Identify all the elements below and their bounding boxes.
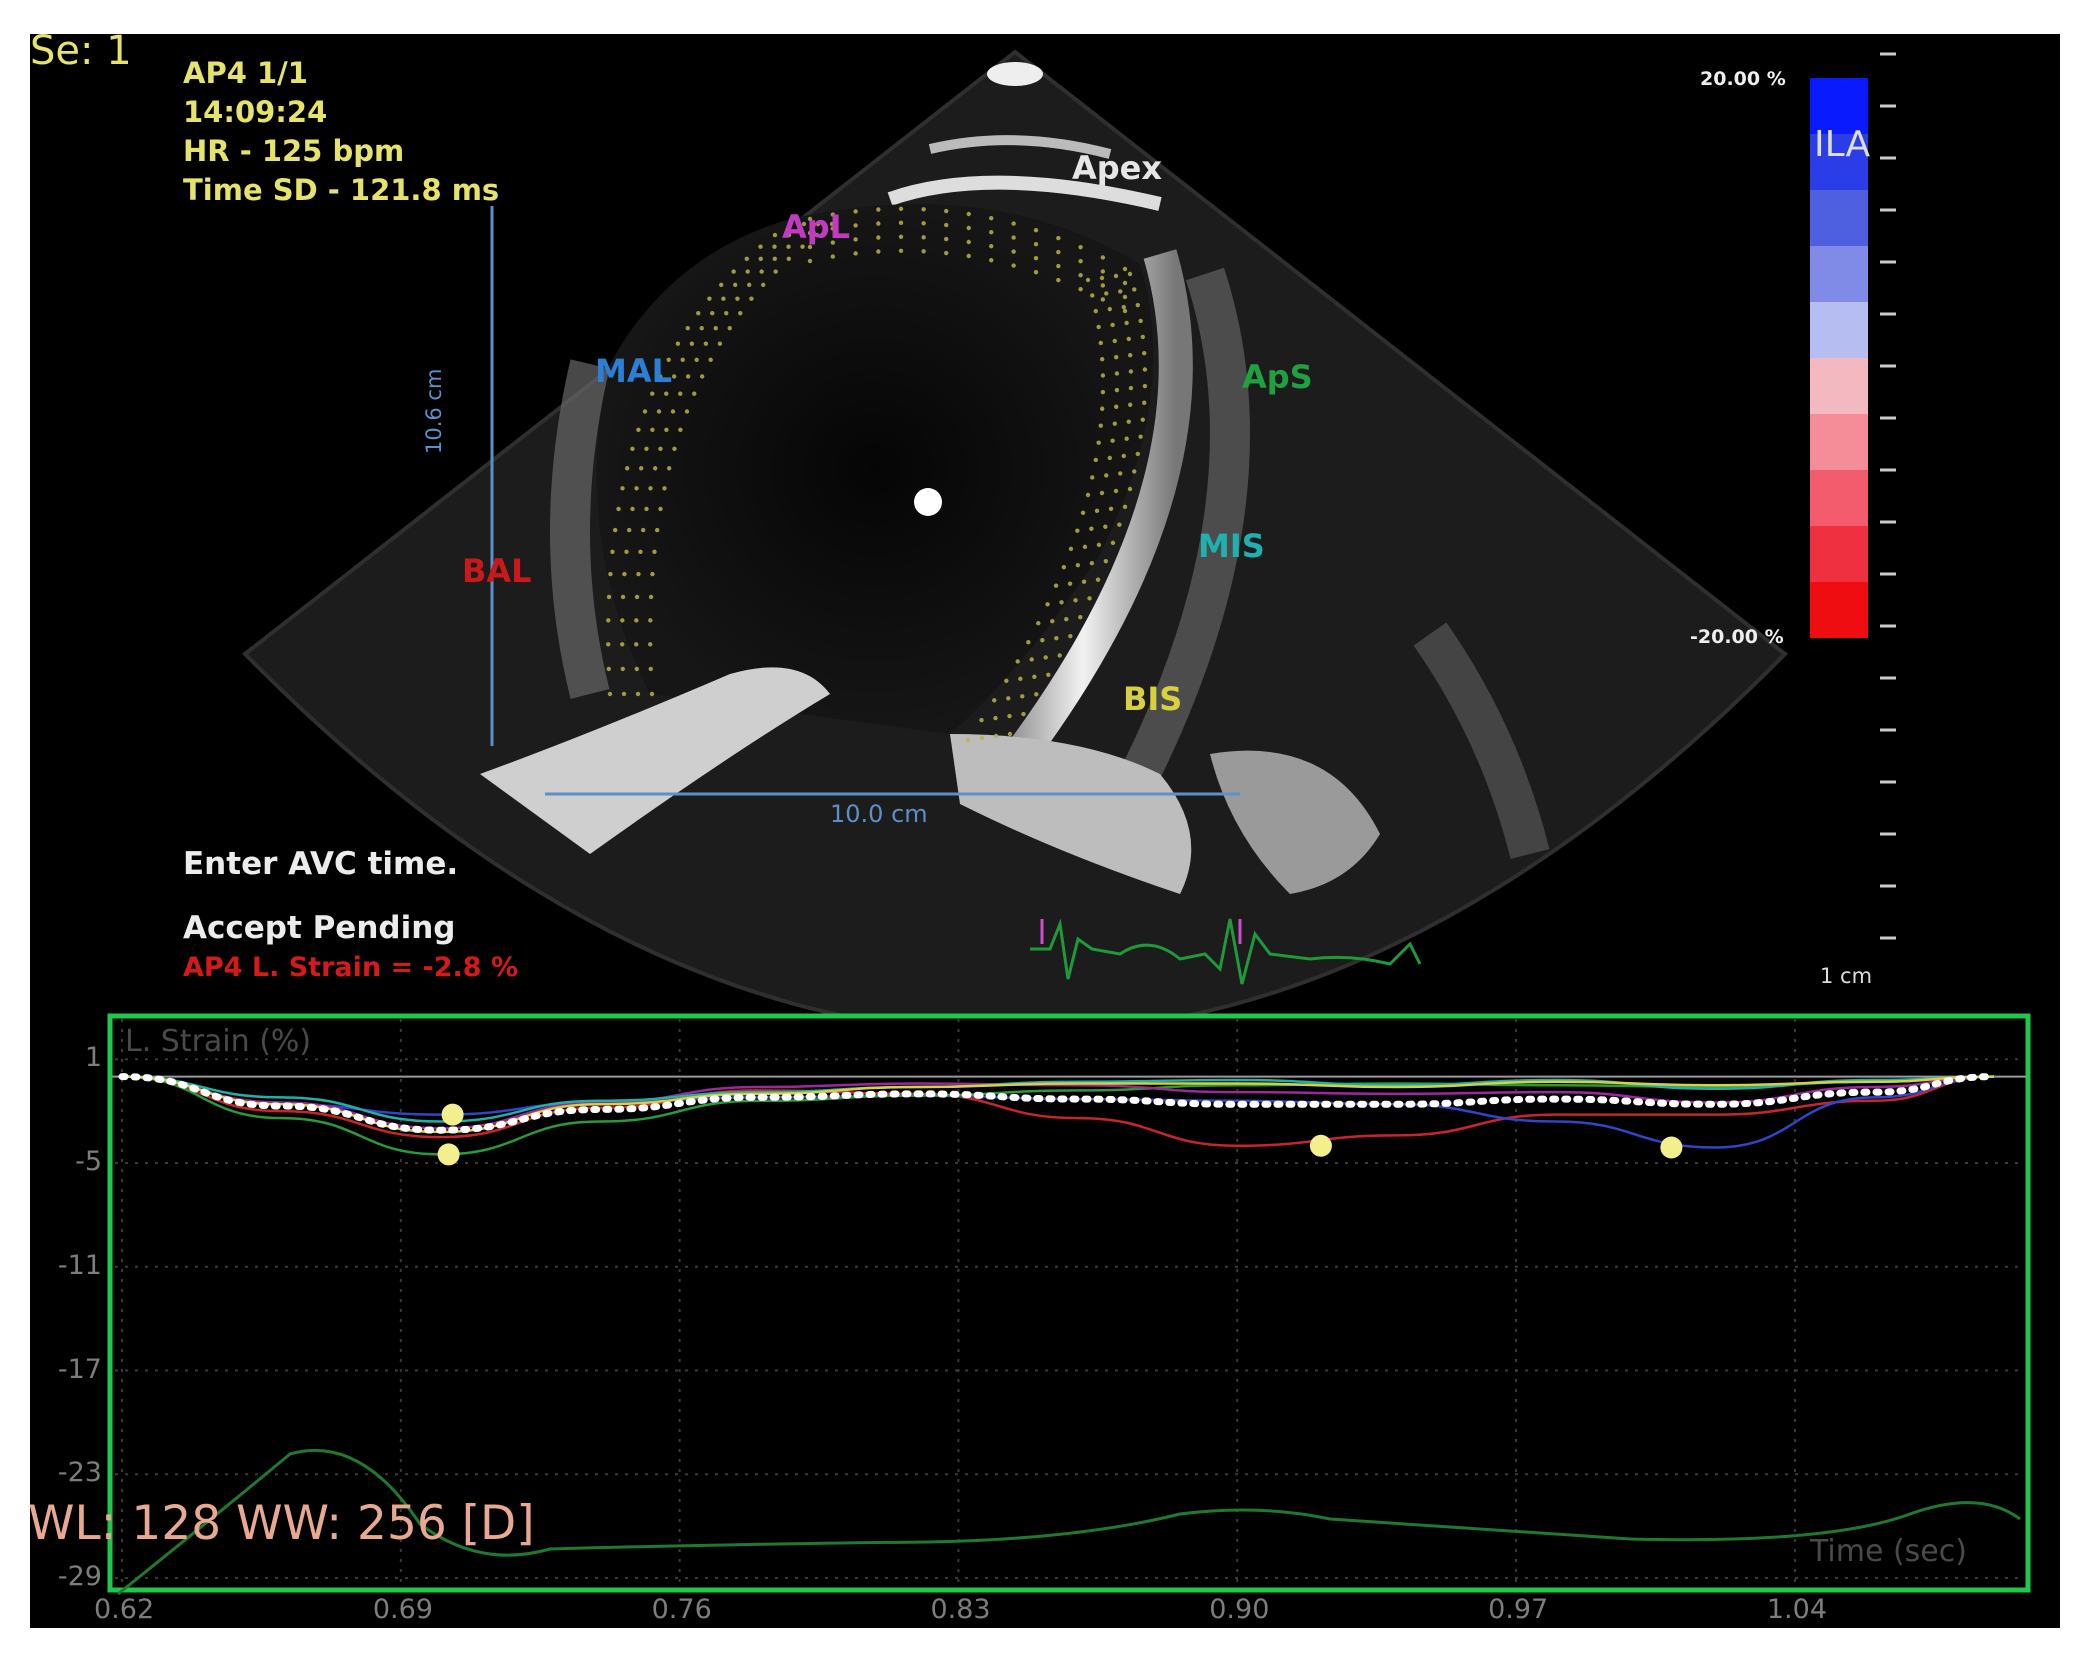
x-tick-label: 0.62 <box>94 1594 155 1625</box>
x-tick-label: 0.69 <box>372 1594 433 1625</box>
peak-marker <box>1660 1136 1683 1159</box>
peak-marker <box>437 1143 460 1166</box>
y-tick-label: -23 <box>57 1457 102 1489</box>
y-tick-label: -11 <box>57 1249 102 1281</box>
plot-ylabel: L. Strain (%) <box>125 1024 312 1059</box>
y-tick-label: -17 <box>57 1353 102 1385</box>
y-tick-label: -29 <box>57 1561 102 1593</box>
strain-plot <box>107 1013 2031 1596</box>
strain-curves <box>118 1073 1998 1156</box>
peak-marker <box>441 1103 464 1126</box>
y-tick-label: 1 <box>84 1042 102 1074</box>
peak-marker <box>1309 1134 1332 1157</box>
echo-screen: 20.00 % -20.00 % ILA 1 cm Se: 1 AP4 1/1 … <box>30 34 2060 1628</box>
peak-markers <box>437 1103 1683 1166</box>
x-tick-label: 1.04 <box>1766 1594 1827 1625</box>
y-tick-label: -5 <box>75 1146 102 1178</box>
x-tick-label: 0.83 <box>930 1594 991 1625</box>
window-level-label: WL: 128 WW: 256 [D] <box>30 1496 535 1551</box>
x-tick-label: 0.76 <box>651 1594 712 1625</box>
x-tick-label: 0.90 <box>1209 1594 1270 1625</box>
plot-xlabel: Time (sec) <box>1810 1534 1967 1569</box>
x-tick-label: 0.97 <box>1488 1594 1549 1625</box>
